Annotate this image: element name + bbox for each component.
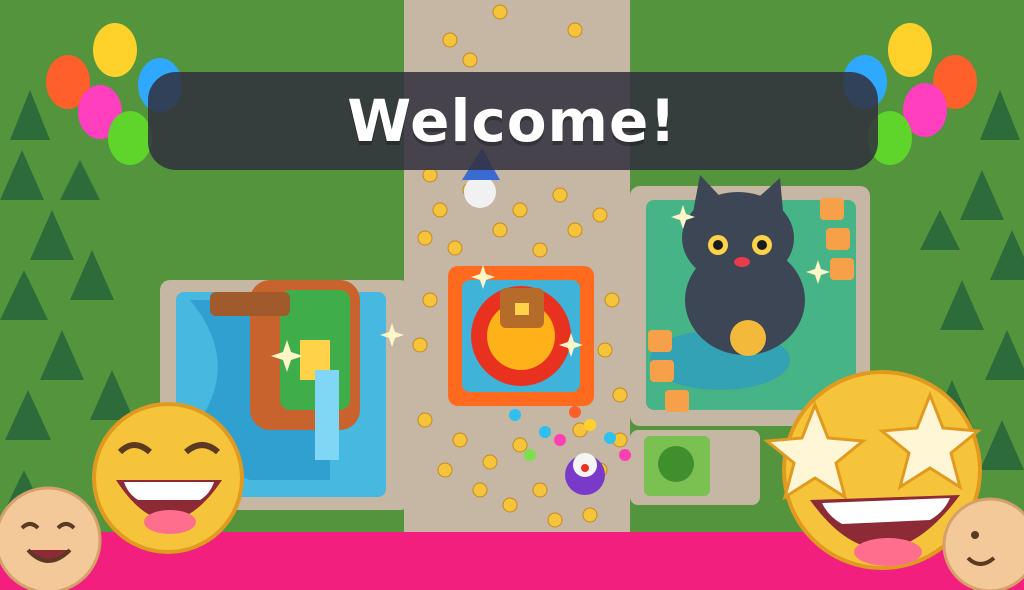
emoji-overlay <box>0 370 1024 590</box>
smiling-face-icon <box>942 497 1024 590</box>
laughing-emoji-icon <box>92 402 244 554</box>
smiling-face-icon <box>0 486 102 590</box>
